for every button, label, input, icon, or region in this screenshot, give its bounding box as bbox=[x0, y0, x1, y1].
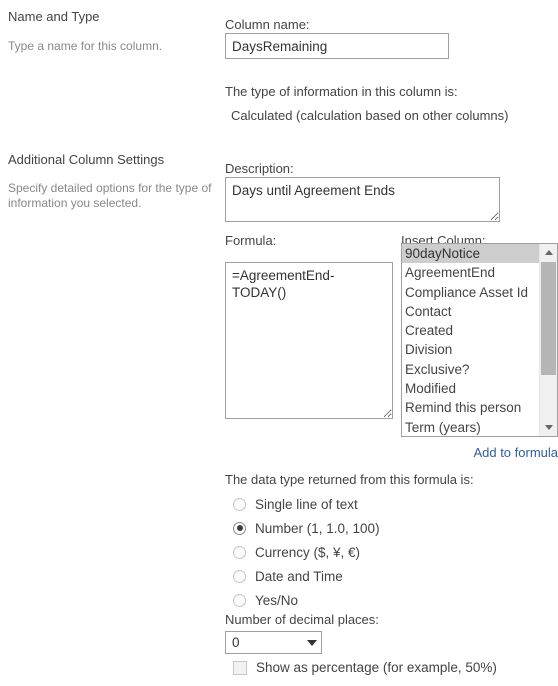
section-description-additional-column-settings: Specify detailed options for the type of… bbox=[8, 181, 212, 210]
type-of-information-label: The type of information in this column i… bbox=[225, 84, 458, 99]
data-type-radio-label: Date and Time bbox=[255, 568, 343, 584]
data-type-radio-option[interactable]: Date and Time bbox=[233, 564, 380, 588]
insert-column-scrollbar[interactable] bbox=[539, 244, 557, 436]
type-of-information-value: Calculated (calculation based on other c… bbox=[231, 108, 509, 123]
list-item[interactable]: Created bbox=[402, 321, 539, 340]
section-title-name-and-type: Name and Type bbox=[8, 9, 100, 24]
decimal-places-label: Number of decimal places: bbox=[225, 612, 379, 627]
data-type-radio-option[interactable]: Yes/No bbox=[233, 588, 380, 612]
decimal-places-select[interactable]: 0 bbox=[225, 631, 322, 654]
show-as-percentage-checkbox[interactable] bbox=[233, 660, 247, 675]
description-label: Description: bbox=[225, 161, 294, 176]
show-as-percentage-label: Show as percentage (for example, 50%) bbox=[256, 660, 497, 675]
radio-mark[interactable] bbox=[233, 497, 246, 511]
scrollbar-thumb[interactable] bbox=[541, 262, 556, 375]
data-type-radio-option[interactable]: Currency ($, ¥, €) bbox=[233, 540, 380, 564]
section-title-additional-column-settings: Additional Column Settings bbox=[8, 152, 165, 167]
decimal-places-value: 0 bbox=[232, 635, 240, 650]
data-type-radio-option[interactable]: Number (1, 1.0, 100) bbox=[233, 516, 380, 540]
scroll-down-arrow-icon[interactable] bbox=[540, 419, 557, 436]
data-type-radio-label: Single line of text bbox=[255, 496, 358, 512]
chevron-down-icon[interactable] bbox=[303, 639, 321, 646]
insert-column-listbox[interactable]: 90dayNotice AgreementEnd Compliance Asset … bbox=[401, 243, 558, 437]
data-type-label: The data type returned from this formula… bbox=[225, 472, 474, 487]
add-to-formula-link[interactable]: Add to formula bbox=[225, 445, 558, 460]
list-item[interactable]: Compliance Asset Id bbox=[402, 283, 539, 302]
radio-mark[interactable] bbox=[233, 569, 246, 583]
radio-mark[interactable] bbox=[233, 521, 246, 535]
list-item[interactable]: Exclusive? bbox=[402, 360, 539, 379]
description-textarea[interactable]: Days until Agreement Ends bbox=[225, 177, 500, 222]
column-name-label: Column name: bbox=[225, 17, 310, 32]
insert-column-list[interactable]: 90dayNotice AgreementEnd Compliance Asset … bbox=[402, 244, 539, 436]
list-item[interactable]: 90dayNotice bbox=[402, 244, 539, 264]
data-type-radio-option[interactable]: Single line of text bbox=[233, 492, 380, 516]
formula-textarea[interactable]: =AgreementEnd-TODAY() bbox=[225, 262, 393, 419]
list-item[interactable]: Modified bbox=[402, 379, 539, 398]
scroll-up-arrow-icon[interactable] bbox=[540, 244, 557, 261]
formula-label: Formula: bbox=[225, 233, 277, 248]
radio-mark[interactable] bbox=[233, 593, 246, 607]
data-type-radio-group[interactable]: Single line of text Number (1, 1.0, 100) C… bbox=[233, 492, 380, 612]
column-name-input[interactable] bbox=[225, 33, 449, 59]
data-type-radio-label: Yes/No bbox=[255, 592, 299, 608]
data-type-radio-label: Number (1, 1.0, 100) bbox=[255, 520, 380, 536]
list-item[interactable]: Term (years) bbox=[402, 418, 539, 436]
data-type-radio-label: Currency ($, ¥, €) bbox=[255, 544, 361, 560]
list-item[interactable]: Division bbox=[402, 340, 539, 359]
radio-mark[interactable] bbox=[233, 545, 246, 559]
list-item[interactable]: Contact bbox=[402, 302, 539, 321]
section-description-name-and-type: Type a name for this column. bbox=[8, 39, 163, 53]
show-as-percentage-row[interactable]: Show as percentage (for example, 50%) bbox=[233, 659, 497, 676]
list-item[interactable]: Remind this person bbox=[402, 398, 539, 417]
list-item[interactable]: AgreementEnd bbox=[402, 263, 539, 282]
